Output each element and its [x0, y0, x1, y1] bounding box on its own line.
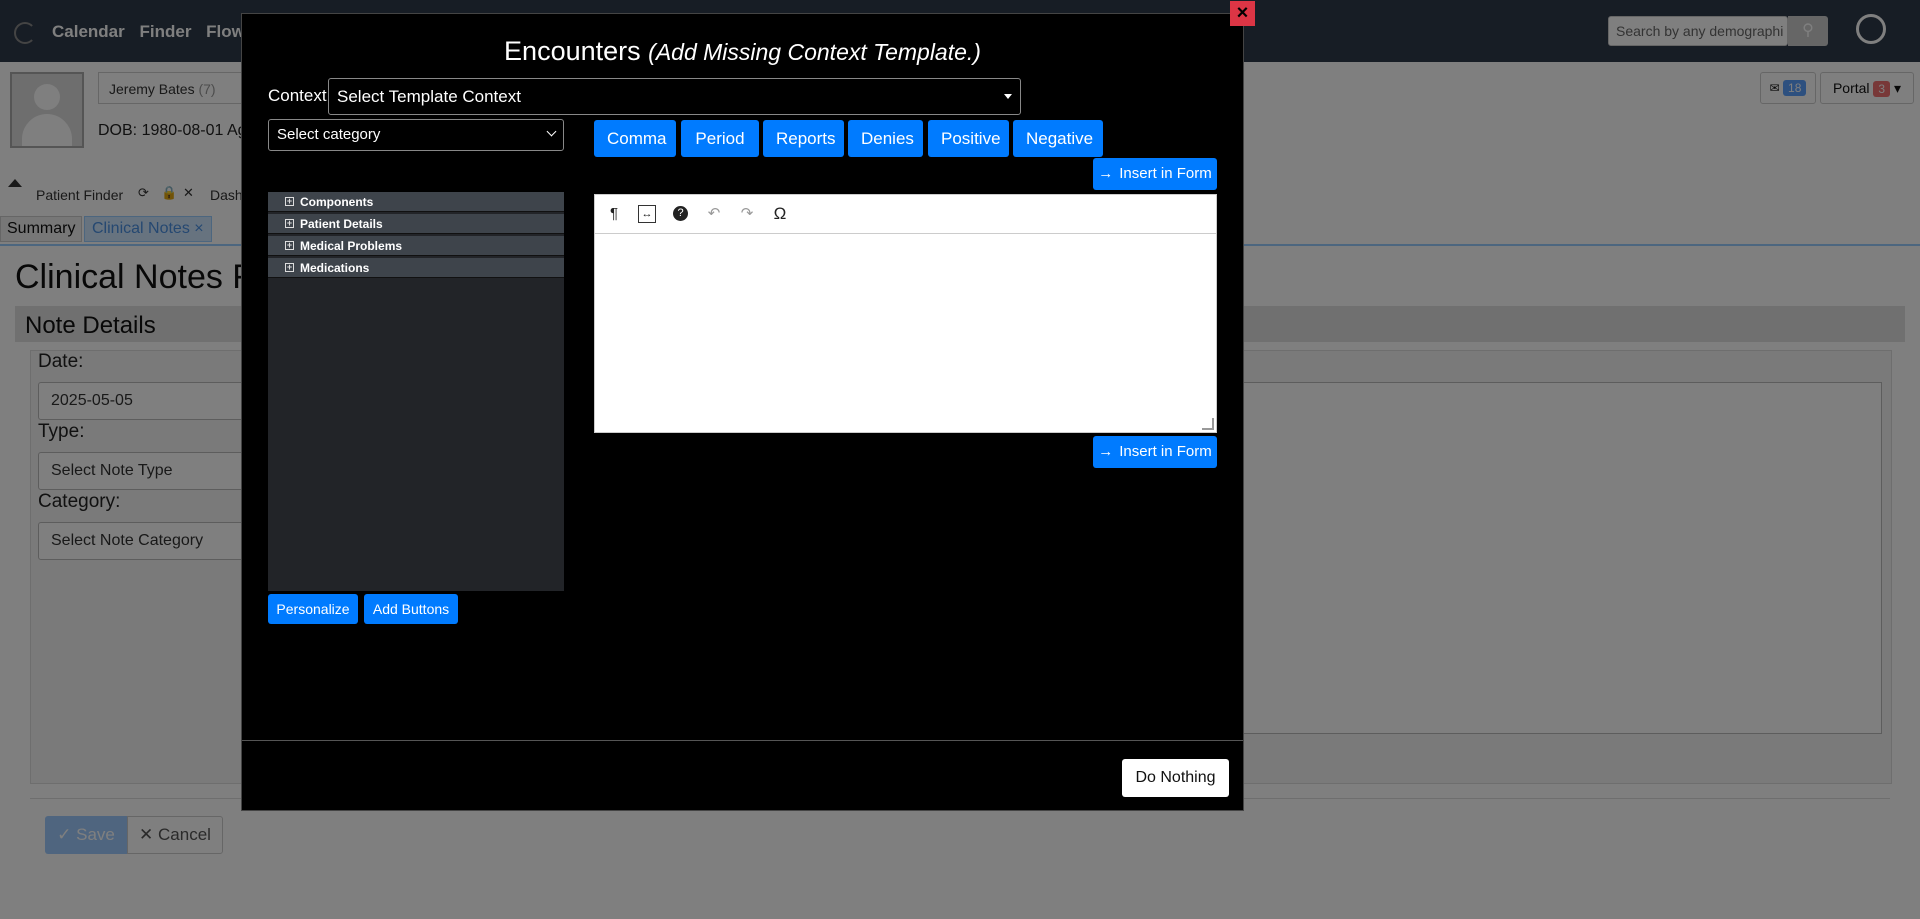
tree-item-medications[interactable]: + Medications [268, 258, 564, 278]
editor-toolbar: ¶ ↔ ? ↶ ↷ Ω [595, 195, 1216, 234]
context-select-value: Select Template Context [337, 87, 521, 106]
tree-item-label: Medical Problems [300, 239, 403, 253]
comma-button[interactable]: Comma [594, 120, 676, 157]
modal-title-text: Encounters [504, 36, 641, 66]
modal-title: Encounters (Add Missing Context Template… [242, 36, 1243, 67]
template-tree: + Components + Patient Details + Medical… [268, 192, 564, 591]
positive-button[interactable]: Positive [928, 120, 1009, 157]
tree-item-label: Medications [300, 261, 370, 275]
tree-item-patient-details[interactable]: + Patient Details [268, 214, 564, 234]
reports-button[interactable]: Reports [763, 120, 844, 157]
arrow-right-icon: → [1098, 443, 1114, 460]
period-button[interactable]: Period [681, 120, 759, 157]
code-block-icon[interactable]: ↔ [638, 205, 656, 223]
category-select[interactable]: Select category [268, 119, 564, 151]
tree-item-label: Patient Details [300, 217, 383, 231]
caret-down-icon [1004, 94, 1012, 99]
close-modal-button[interactable]: × [1230, 1, 1255, 26]
rich-text-editor: ¶ ↔ ? ↶ ↷ Ω [594, 194, 1217, 433]
chevron-down-icon [546, 126, 557, 137]
insert-label: Insert in Form [1119, 165, 1212, 182]
editor-content[interactable] [595, 234, 1216, 432]
modal-subtitle: (Add Missing Context Template.) [648, 39, 981, 65]
negative-button[interactable]: Negative [1013, 120, 1103, 157]
personalize-button[interactable]: Personalize [268, 594, 358, 624]
denies-button[interactable]: Denies [848, 120, 923, 157]
expand-icon[interactable]: + [285, 219, 294, 228]
modal-footer-divider [242, 740, 1243, 741]
undo-icon[interactable]: ↶ [705, 205, 723, 223]
category-select-value: Select category [277, 126, 381, 143]
expand-icon[interactable]: + [285, 263, 294, 272]
tree-item-components[interactable]: + Components [268, 192, 564, 212]
add-buttons-button[interactable]: Add Buttons [364, 594, 458, 624]
omega-icon[interactable]: Ω [771, 205, 789, 223]
expand-icon[interactable]: + [285, 197, 294, 206]
context-label: Context: [268, 86, 332, 105]
expand-icon[interactable]: + [285, 241, 294, 250]
help-icon[interactable]: ? [673, 206, 688, 221]
redo-icon[interactable]: ↷ [738, 205, 756, 223]
paragraph-icon[interactable]: ¶ [605, 205, 623, 223]
insert-in-form-button-bottom[interactable]: → Insert in Form [1093, 436, 1217, 468]
do-nothing-button[interactable]: Do Nothing [1122, 759, 1229, 797]
tree-item-label: Components [300, 195, 374, 209]
insert-label: Insert in Form [1119, 443, 1212, 460]
arrow-right-icon: → [1098, 165, 1114, 182]
resize-handle-icon[interactable] [1202, 418, 1214, 430]
insert-in-form-button-top[interactable]: → Insert in Form [1093, 158, 1217, 190]
encounters-modal: Encounters (Add Missing Context Template… [241, 13, 1244, 811]
tree-item-medical-problems[interactable]: + Medical Problems [268, 236, 564, 256]
context-select[interactable]: Select Template Context [328, 78, 1021, 115]
